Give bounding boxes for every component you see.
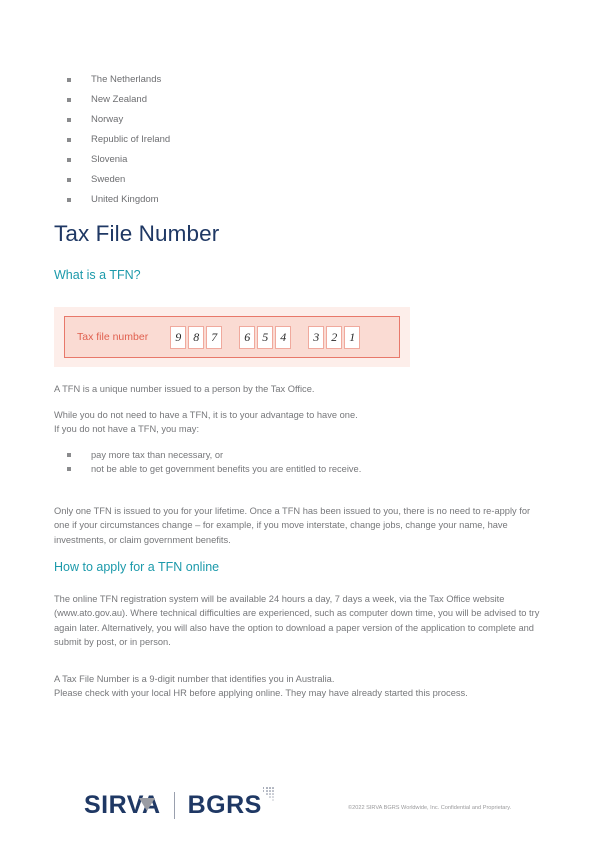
list-item: The Netherlands bbox=[54, 70, 170, 90]
tfn-digit-box: 8 bbox=[188, 325, 205, 349]
tfn-digit-box: 6 bbox=[239, 325, 256, 349]
tfn-digit-box: 7 bbox=[206, 325, 223, 349]
bgrs-text: BGRS bbox=[187, 791, 262, 819]
sirva-triangle-icon bbox=[139, 798, 155, 811]
square-bullet-icon bbox=[67, 467, 71, 471]
paragraph-only-one-tfn: Only one TFN is issued to you for your l… bbox=[54, 506, 531, 545]
tfn-digit-row: 9 8 7 6 5 4 3 2 1 bbox=[170, 325, 387, 349]
square-bullet-icon bbox=[67, 78, 71, 82]
tfn-digit-group: 9 8 7 bbox=[170, 325, 223, 349]
square-bullet-icon bbox=[67, 198, 71, 202]
country-list: The Netherlands New Zealand Norway Repub… bbox=[54, 70, 170, 210]
list-item: not be able to get government benefits y… bbox=[54, 462, 546, 476]
tfn-consequences-list: pay more tax than necessary, or not be a… bbox=[54, 448, 546, 476]
tfn-digit-box: 2 bbox=[326, 325, 343, 349]
logo-divider bbox=[173, 792, 175, 819]
list-item: New Zealand bbox=[54, 90, 170, 110]
list-item-label: pay more tax than necessary, or bbox=[91, 450, 224, 460]
list-item: Norway bbox=[54, 110, 170, 130]
paragraph-tfn-advantage: While you do not need to have a TFN, it … bbox=[54, 408, 546, 437]
square-bullet-icon bbox=[67, 453, 71, 457]
section-heading-what-is-tfn: What is a TFN? bbox=[54, 268, 141, 282]
list-item-label: not be able to get government benefits y… bbox=[91, 464, 362, 474]
paragraph-line: A Tax File Number is a 9-digit number th… bbox=[54, 674, 335, 684]
page-footer: SIRVA BGRS ©2022 SIRVA BGRS Worldwide, I… bbox=[0, 787, 600, 835]
bgrs-wordmark: BGRS bbox=[187, 787, 274, 820]
tfn-digit-group: 6 5 4 bbox=[239, 325, 292, 349]
list-item: Slovenia bbox=[54, 150, 170, 170]
paragraph-line: Please check with your local HR before a… bbox=[54, 688, 468, 699]
country-label: Slovenia bbox=[91, 154, 128, 165]
country-label: Republic of Ireland bbox=[91, 134, 171, 145]
country-label: Sweden bbox=[91, 174, 126, 185]
tfn-digit-box: 3 bbox=[308, 325, 325, 349]
list-item: pay more tax than necessary, or bbox=[54, 448, 546, 462]
paragraph-nine-digit: A Tax File Number is a 9-digit number th… bbox=[54, 672, 546, 701]
bgrs-dot-grid-icon bbox=[262, 787, 275, 804]
list-item: Sweden bbox=[54, 170, 170, 190]
square-bullet-icon bbox=[67, 158, 71, 162]
country-label: United Kingdom bbox=[91, 194, 159, 205]
paragraph-line: If you do not have a TFN, you may: bbox=[54, 424, 200, 435]
tfn-sample-box: Tax file number 9 8 7 6 5 4 3 2 1 bbox=[64, 316, 400, 358]
document-page: The Netherlands New Zealand Norway Repub… bbox=[0, 0, 600, 849]
tfn-digit-box: 9 bbox=[170, 325, 187, 349]
tfn-digit-box: 5 bbox=[257, 325, 274, 349]
copyright-notice: ©2022 SIRVA BGRS Worldwide, Inc. Confide… bbox=[348, 805, 512, 811]
country-label: The Netherlands bbox=[91, 74, 162, 85]
sirva-bgrs-logo: SIRVA BGRS bbox=[84, 787, 274, 820]
page-title: Tax File Number bbox=[54, 221, 220, 246]
paragraph-line: While you do not need to have a TFN, it … bbox=[54, 410, 358, 420]
tfn-digit-group: 3 2 1 bbox=[308, 325, 361, 349]
list-item: Republic of Ireland bbox=[54, 130, 170, 150]
tfn-digit-box: 4 bbox=[275, 325, 292, 349]
tfn-sample-label: Tax file number bbox=[77, 331, 149, 343]
tfn-sample-figure: Tax file number 9 8 7 6 5 4 3 2 1 bbox=[54, 307, 410, 367]
square-bullet-icon bbox=[67, 98, 71, 102]
square-bullet-icon bbox=[67, 118, 71, 122]
country-label: New Zealand bbox=[91, 94, 147, 105]
paragraph-online-registration: The online TFN registration system will … bbox=[54, 594, 540, 647]
square-bullet-icon bbox=[67, 178, 71, 182]
tfn-digit-box: 1 bbox=[344, 325, 361, 349]
square-bullet-icon bbox=[67, 138, 71, 142]
country-label: Norway bbox=[91, 114, 124, 125]
section-heading-how-to-apply: How to apply for a TFN online bbox=[54, 560, 220, 574]
list-item: United Kingdom bbox=[54, 190, 170, 210]
paragraph-tfn-unique: A TFN is a unique number issued to a per… bbox=[54, 384, 315, 394]
sirva-wordmark: SIRVA bbox=[84, 790, 161, 820]
